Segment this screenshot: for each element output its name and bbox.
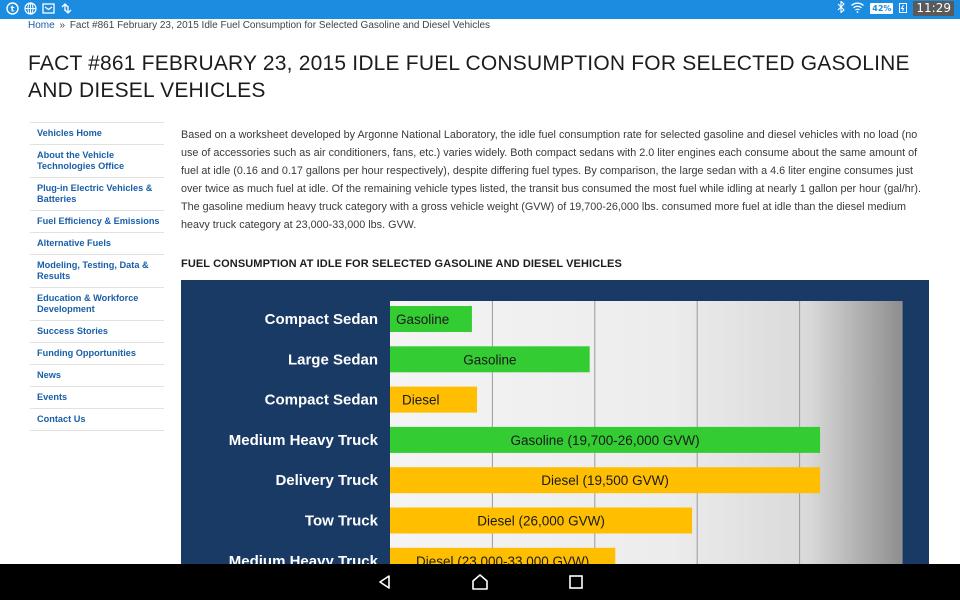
chart-category-label: Large Sedan	[288, 351, 378, 368]
breadcrumb-home-link[interactable]: Home	[28, 20, 55, 31]
battery-indicator: 42%	[870, 3, 894, 14]
sidebar-item-modeling-testing[interactable]: Modeling, Testing, Data & Results	[30, 255, 164, 288]
svg-text:t: t	[11, 5, 15, 14]
chart-category-label: Tow Truck	[305, 513, 379, 530]
sidebar-item-contact[interactable]: Contact Us	[30, 409, 164, 431]
chart-bar-label: Diesel (19,500 GVW)	[541, 473, 669, 488]
status-right-icons: 42% 11:29	[837, 0, 954, 16]
chart-bar-label: Gasoline	[396, 312, 449, 327]
sidebar-item-success-stories[interactable]: Success Stories	[30, 321, 164, 343]
sidebar-item-fuel-efficiency[interactable]: Fuel Efficiency & Emissions	[30, 211, 164, 233]
back-icon[interactable]	[376, 573, 394, 591]
sidebar-item-plug-in-electric[interactable]: Plug-in Electric Vehicles & Batteries	[30, 178, 164, 211]
chart-category-label: Delivery Truck	[275, 472, 378, 489]
bluetooth-icon	[837, 0, 846, 16]
app-icon: t	[6, 2, 19, 15]
charging-icon	[899, 2, 908, 16]
sidebar-item-funding[interactable]: Funding Opportunities	[30, 343, 164, 365]
sidebar-nav: Vehicles Home About the Vehicle Technolo…	[30, 122, 164, 431]
chart-category-label: Medium Heavy Truck	[229, 432, 379, 449]
chart-category-label: Compact Sedan	[265, 311, 378, 328]
chart-frame: Compact Sedan Gasoline Large Sedan Gasoline…	[181, 280, 929, 580]
sidebar-item-about-office[interactable]: About the Vehicle Technologies Office	[30, 145, 164, 178]
home-icon[interactable]	[471, 573, 489, 591]
intro-paragraph: Based on a worksheet developed by Argonn…	[181, 129, 921, 231]
sync-icon	[60, 2, 73, 15]
wifi-icon	[851, 2, 865, 16]
clock: 11:29	[913, 1, 954, 16]
breadcrumb-separator: »	[59, 20, 66, 31]
sidebar-item-events[interactable]: Events	[30, 387, 164, 409]
page-title: FACT #861 FEBRUARY 23, 2015 IDLE FUEL CO…	[28, 52, 910, 102]
chart-bar-label: Gasoline	[463, 352, 516, 367]
recents-icon[interactable]	[567, 573, 585, 591]
breadcrumb-current: Fact #861 February 23, 2015 Idle Fuel Co…	[69, 20, 491, 31]
breadcrumb: Home » Fact #861 February 23, 2015 Idle …	[28, 20, 490, 31]
chart-bar-label: Gasoline (19,700-26,000 GVW)	[510, 433, 699, 448]
sidebar-item-news[interactable]: News	[30, 365, 164, 387]
status-bar: t 42% 11:29	[0, 0, 960, 19]
globe-icon	[24, 2, 37, 15]
status-left-icons: t	[6, 2, 73, 15]
navigation-bar	[0, 564, 960, 600]
chart-bar-label: Diesel	[402, 393, 440, 408]
sidebar-item-vehicles-home[interactable]: Vehicles Home	[30, 123, 164, 145]
sidebar-item-alternative-fuels[interactable]: Alternative Fuels	[30, 233, 164, 255]
mail-icon	[42, 2, 55, 15]
chart-bar-label: Diesel (26,000 GVW)	[477, 514, 605, 529]
sidebar-item-education-workforce[interactable]: Education & Workforce Development	[30, 288, 164, 321]
idle-fuel-bar-chart: Compact Sedan Gasoline Large Sedan Gasoline…	[229, 301, 903, 580]
chart-heading: FUEL CONSUMPTION AT IDLE FOR SELECTED GA…	[181, 258, 622, 270]
chart-category-label: Compact Sedan	[265, 392, 378, 409]
